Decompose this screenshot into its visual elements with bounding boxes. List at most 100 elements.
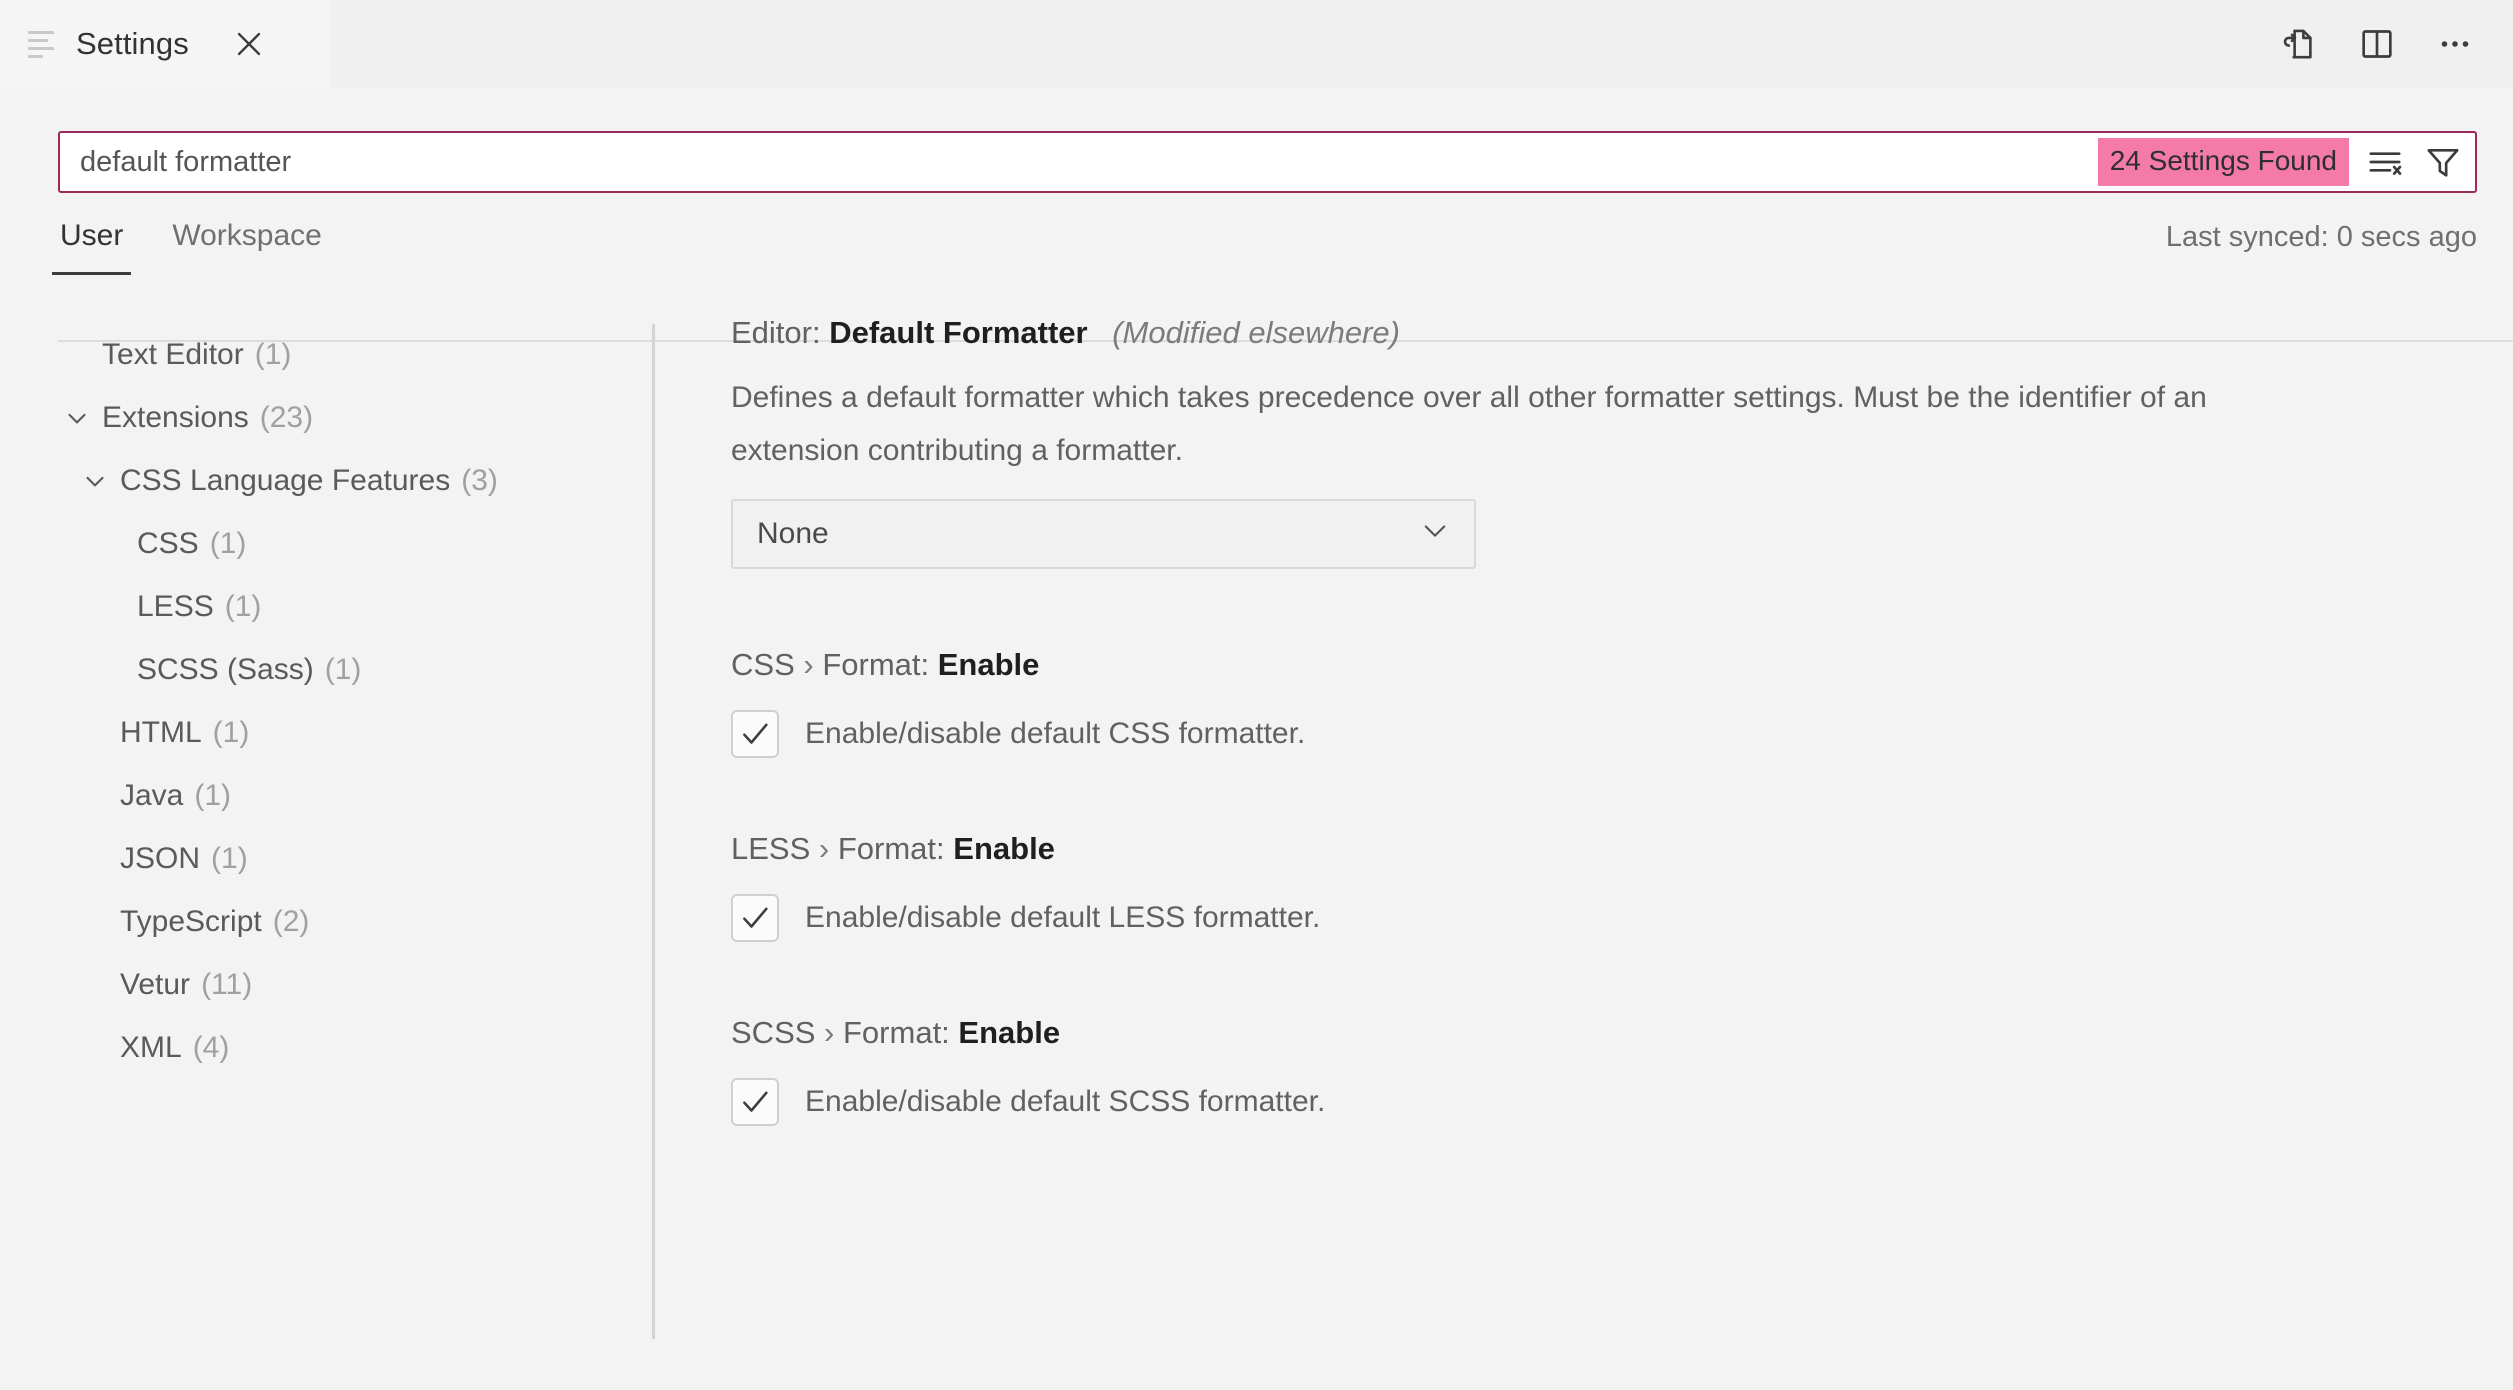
toc-item-label: CSS Language Features xyxy=(120,463,451,497)
toc-item-text-editor[interactable]: Text Editor (1) xyxy=(0,323,652,386)
toc-item-count: (1) xyxy=(194,778,232,812)
toc-item-label: LESS xyxy=(137,589,214,623)
close-icon[interactable] xyxy=(231,26,267,62)
settings-scope-tabs: User Workspace Last synced: 0 secs ago xyxy=(51,219,2477,297)
less-format-enable-checkbox[interactable] xyxy=(731,894,779,942)
more-actions-icon[interactable] xyxy=(2433,22,2477,66)
checkbox-label: Enable/disable default CSS formatter. xyxy=(805,717,1306,750)
toc-item-count: (1) xyxy=(254,337,292,371)
toc-item-count: (1) xyxy=(224,589,262,623)
setting-key: Default Formatter xyxy=(829,315,1088,350)
toc-item-vetur[interactable]: Vetur (11) xyxy=(0,953,652,1016)
setting-subcategory: Format: xyxy=(843,1015,950,1050)
settings-search-box[interactable]: 24 Settings Found xyxy=(58,131,2477,193)
setting-key: Enable xyxy=(958,1015,1061,1050)
toc-item-count: (3) xyxy=(461,463,498,497)
setting-description: Defines a default formatter which takes … xyxy=(731,381,2207,467)
split-editor-icon[interactable] xyxy=(2355,22,2399,66)
toc-item-count: (1) xyxy=(212,715,250,749)
tab-user-label: User xyxy=(60,219,124,252)
toc-item-label: Vetur xyxy=(120,967,191,1001)
select-value: None xyxy=(757,517,829,550)
setting-scss-format-enable: SCSS › Format: Enable Enable/disable def… xyxy=(731,1015,2423,1133)
setting-title: Editor: Default Formatter (Modified else… xyxy=(731,315,2423,351)
setting-subcategory: Format: xyxy=(837,831,945,866)
setting-subcategory: Format: xyxy=(822,647,930,682)
tab-workspace-label: Workspace xyxy=(172,219,322,252)
default-formatter-select[interactable]: None xyxy=(731,499,1476,569)
setting-modified-note: (Modified elsewhere) xyxy=(1112,315,1400,350)
editor-actions xyxy=(2277,0,2513,88)
toc-item-label: Text Editor xyxy=(102,337,244,371)
editor-tab-bar: Settings xyxy=(0,0,2513,88)
filter-funnel-icon[interactable] xyxy=(2417,136,2469,188)
toc-item-html[interactable]: HTML (1) xyxy=(0,701,652,764)
editor-tab-label: Settings xyxy=(76,26,189,61)
css-format-enable-checkbox[interactable] xyxy=(731,710,779,758)
checkbox-label: Enable/disable default SCSS formatter. xyxy=(805,1085,1326,1118)
toc-item-count: (2) xyxy=(272,904,310,938)
settings-lines-icon xyxy=(28,29,58,59)
chevron-down-icon xyxy=(1418,513,1452,555)
settings-body: Text Editor (1) Extensions (23) CSS Lang… xyxy=(0,297,2513,1339)
scss-format-enable-checkbox[interactable] xyxy=(731,1078,779,1126)
toc-item-scss-sass[interactable]: SCSS (Sass) (1) xyxy=(0,638,652,701)
chevron-down-icon[interactable] xyxy=(78,464,112,498)
toc-item-count: (4) xyxy=(192,1030,230,1064)
checkbox-label: Enable/disable default LESS formatter. xyxy=(805,901,1321,934)
settings-editor-list: Editor: Default Formatter (Modified else… xyxy=(655,297,2513,1339)
toc-item-json[interactable]: JSON (1) xyxy=(0,827,652,890)
chevron-down-icon[interactable] xyxy=(60,401,94,435)
setting-separator: › xyxy=(803,647,814,682)
toc-item-label: Java xyxy=(120,778,184,812)
setting-less-format-enable: LESS › Format: Enable Enable/disable def… xyxy=(731,831,2423,949)
sync-status-label: Last synced: 0 secs ago xyxy=(2165,221,2477,253)
tab-workspace[interactable]: Workspace xyxy=(170,219,324,275)
open-settings-json-icon[interactable] xyxy=(2277,22,2321,66)
toc-item-count: (11) xyxy=(201,967,253,1001)
clear-search-results-icon[interactable] xyxy=(2359,136,2411,188)
setting-editor-default-formatter: Editor: Default Formatter (Modified else… xyxy=(731,315,2423,569)
toc-item-extensions[interactable]: Extensions (23) xyxy=(0,386,652,449)
setting-checkbox-row: Enable/disable default CSS formatter. xyxy=(731,703,2423,765)
toc-item-count: (1) xyxy=(211,841,248,875)
toc-item-count: (1) xyxy=(209,526,247,560)
editor-tab-settings[interactable]: Settings xyxy=(0,0,330,88)
setting-separator: › xyxy=(824,1015,835,1050)
search-input[interactable] xyxy=(60,133,2098,191)
setting-checkbox-row: Enable/disable default LESS formatter. xyxy=(731,887,2423,949)
toc-item-label: XML xyxy=(120,1030,182,1064)
toc-item-css-language-features[interactable]: CSS Language Features (3) xyxy=(0,449,652,512)
setting-key: Enable xyxy=(953,831,1055,866)
setting-key: Enable xyxy=(937,647,1040,682)
toc-item-less[interactable]: LESS (1) xyxy=(0,575,652,638)
toc-item-count: (23) xyxy=(259,400,314,434)
setting-title: CSS › Format: Enable xyxy=(731,647,2423,683)
toc-item-label: HTML xyxy=(120,715,202,749)
toc-item-java[interactable]: Java (1) xyxy=(0,764,652,827)
toc-item-label: Extensions xyxy=(102,400,249,434)
settings-table-of-contents: Text Editor (1) Extensions (23) CSS Lang… xyxy=(0,297,652,1339)
toc-item-css[interactable]: CSS (1) xyxy=(0,512,652,575)
setting-category: Editor: xyxy=(731,315,821,350)
setting-separator: › xyxy=(818,831,830,866)
toc-item-label: JSON xyxy=(120,841,201,875)
tab-bar-filler xyxy=(330,0,2277,88)
setting-category: SCSS xyxy=(731,1015,816,1050)
setting-category: CSS xyxy=(731,647,795,682)
tab-user[interactable]: User xyxy=(51,219,132,275)
setting-category: LESS xyxy=(731,831,811,866)
toc-item-typescript[interactable]: TypeScript (2) xyxy=(0,890,652,953)
results-count-badge: 24 Settings Found xyxy=(2097,138,2349,186)
setting-css-format-enable: CSS › Format: Enable Enable/disable defa… xyxy=(731,647,2423,765)
toc-item-label: SCSS (Sass) xyxy=(137,652,314,686)
setting-title: LESS › Format: Enable xyxy=(731,831,2423,867)
toc-item-label: CSS xyxy=(137,526,199,560)
toc-item-count: (1) xyxy=(324,652,362,686)
setting-title: SCSS › Format: Enable xyxy=(731,1015,2423,1051)
toc-item-xml[interactable]: XML (4) xyxy=(0,1016,652,1079)
toc-item-label: TypeScript xyxy=(120,904,262,938)
